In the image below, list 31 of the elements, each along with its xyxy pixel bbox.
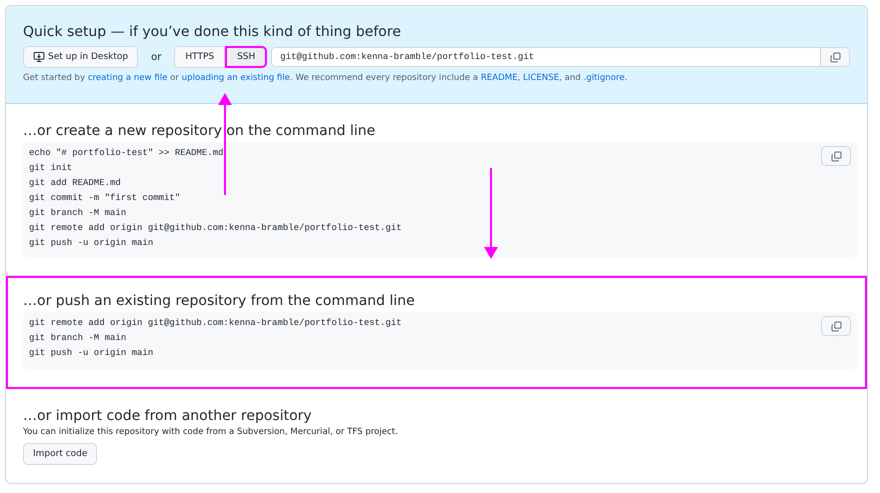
code-line: git init xyxy=(29,162,74,175)
code-line: git add README.md xyxy=(29,177,122,190)
section-title: …or push an existing repository from the command line xyxy=(23,292,416,310)
link[interactable]: README xyxy=(480,73,518,83)
code-line: git branch -M main xyxy=(29,332,128,345)
code-line: git push -u origin main xyxy=(29,347,154,360)
link[interactable]: LICENSE xyxy=(523,73,560,83)
code-line: git branch -M main xyxy=(29,207,128,220)
help-text: Get started by creating a new file or uploading an existing file. We recommend every repository include a README, LICENSE, and .gitignore. xyxy=(23,73,628,83)
desktop-icon xyxy=(33,51,45,63)
copy-icon xyxy=(830,150,842,162)
section-title: …or import code from another repository xyxy=(23,407,313,425)
protocol-tab[interactable]: SSH xyxy=(225,46,268,68)
description-text: You can initialize this repository with code from a Subversion, Mercurial, or TFS project. xyxy=(23,427,399,437)
code-line: git push -u origin main xyxy=(29,237,154,250)
code-line: git remote add origin git@github.com:kenna-bramble/portfolio-test.git xyxy=(29,222,402,235)
copy-button[interactable] xyxy=(821,146,851,166)
protocol-tab[interactable]: HTTPS xyxy=(174,46,226,68)
link[interactable]: creating a new file xyxy=(88,73,168,83)
section-title: Quick setup — if you’ve done this kind of thing before xyxy=(23,23,402,42)
copy-button[interactable] xyxy=(821,316,851,336)
or-label: or xyxy=(151,52,162,62)
section-title: …or create a new repository on the command line xyxy=(23,122,376,140)
code-line: git commit -m "first commit" xyxy=(29,192,182,205)
import-button[interactable]: Import code xyxy=(23,443,98,465)
link[interactable]: uploading an existing file xyxy=(182,73,290,83)
code-line: echo "# portfolio-test" >> README.md xyxy=(29,147,224,160)
code-line: git remote add origin git@github.com:kenna-bramble/portfolio-test.git xyxy=(29,317,402,330)
copy-icon xyxy=(830,320,842,332)
link[interactable]: .gitignore xyxy=(583,73,625,83)
desktop-button[interactable]: Set up in Desktop xyxy=(23,46,138,68)
